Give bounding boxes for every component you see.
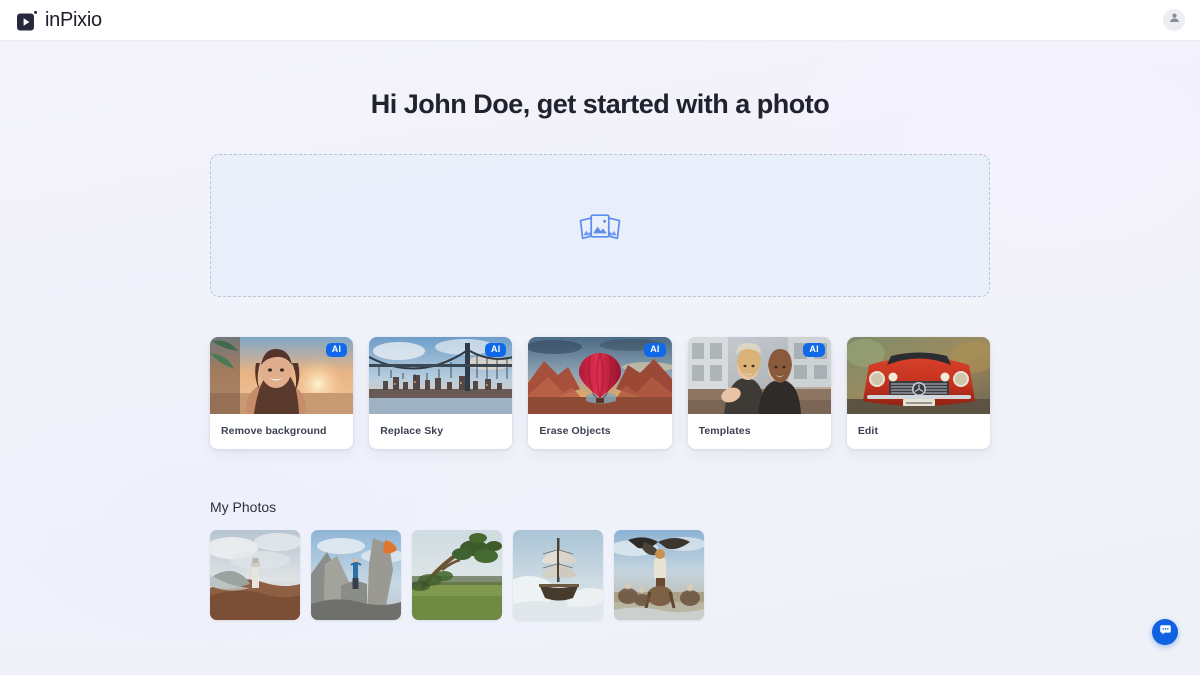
my-photos-list: [210, 530, 990, 620]
support-chat-button[interactable]: [1152, 619, 1178, 645]
ai-badge: AI: [485, 343, 507, 357]
brand-name: inPixio: [45, 8, 102, 31]
photo-thumbnail[interactable]: [311, 530, 401, 620]
page-title: Hi John Doe, get started with a photo: [370, 89, 830, 119]
tool-card-replace-sky[interactable]: AI Replace Sky: [369, 337, 513, 449]
tool-card-edit[interactable]: Edit: [846, 337, 991, 449]
ai-badge: AI: [803, 343, 825, 357]
ai-badge: AI: [325, 343, 348, 357]
play-square-icon: [17, 10, 38, 31]
photo-upload-dropzone[interactable]: [210, 154, 990, 297]
my-photos-title: My Photos: [210, 499, 277, 515]
photo-stack-icon: [577, 208, 623, 244]
tool-card-list: AI Remove background AI Replace Sky AI E…: [210, 337, 991, 449]
tool-card-templates[interactable]: AI Templates: [687, 337, 831, 449]
main-content: Hi John Doe, get started with a photo AI…: [0, 89, 1200, 620]
photo-thumbnail[interactable]: [614, 530, 704, 620]
photo-thumbnail[interactable]: [210, 530, 300, 620]
tool-card-label: Replace Sky: [380, 425, 444, 437]
user-avatar-icon: [1167, 10, 1182, 30]
photo-thumbnail[interactable]: [513, 530, 603, 620]
user-avatar-button[interactable]: [1163, 9, 1185, 31]
tool-card-label: Edit: [857, 425, 879, 437]
tool-card-label: Remove background: [221, 425, 327, 437]
page-footer-band: [0, 635, 1200, 675]
brand-logo[interactable]: inPixio: [17, 0, 102, 40]
chat-bubble-icon: [1159, 623, 1172, 641]
tool-card-erase-objects[interactable]: AI Erase Objects: [528, 337, 672, 449]
tool-card-label: Templates: [698, 425, 751, 437]
tool-card-thumbnail: [846, 337, 991, 414]
tool-card-label: Erase Objects: [539, 425, 611, 437]
ai-badge: AI: [644, 343, 666, 357]
photo-thumbnail[interactable]: [412, 530, 502, 620]
tool-card-remove-background[interactable]: AI Remove background: [210, 337, 354, 449]
top-bar: inPixio: [0, 0, 1200, 41]
